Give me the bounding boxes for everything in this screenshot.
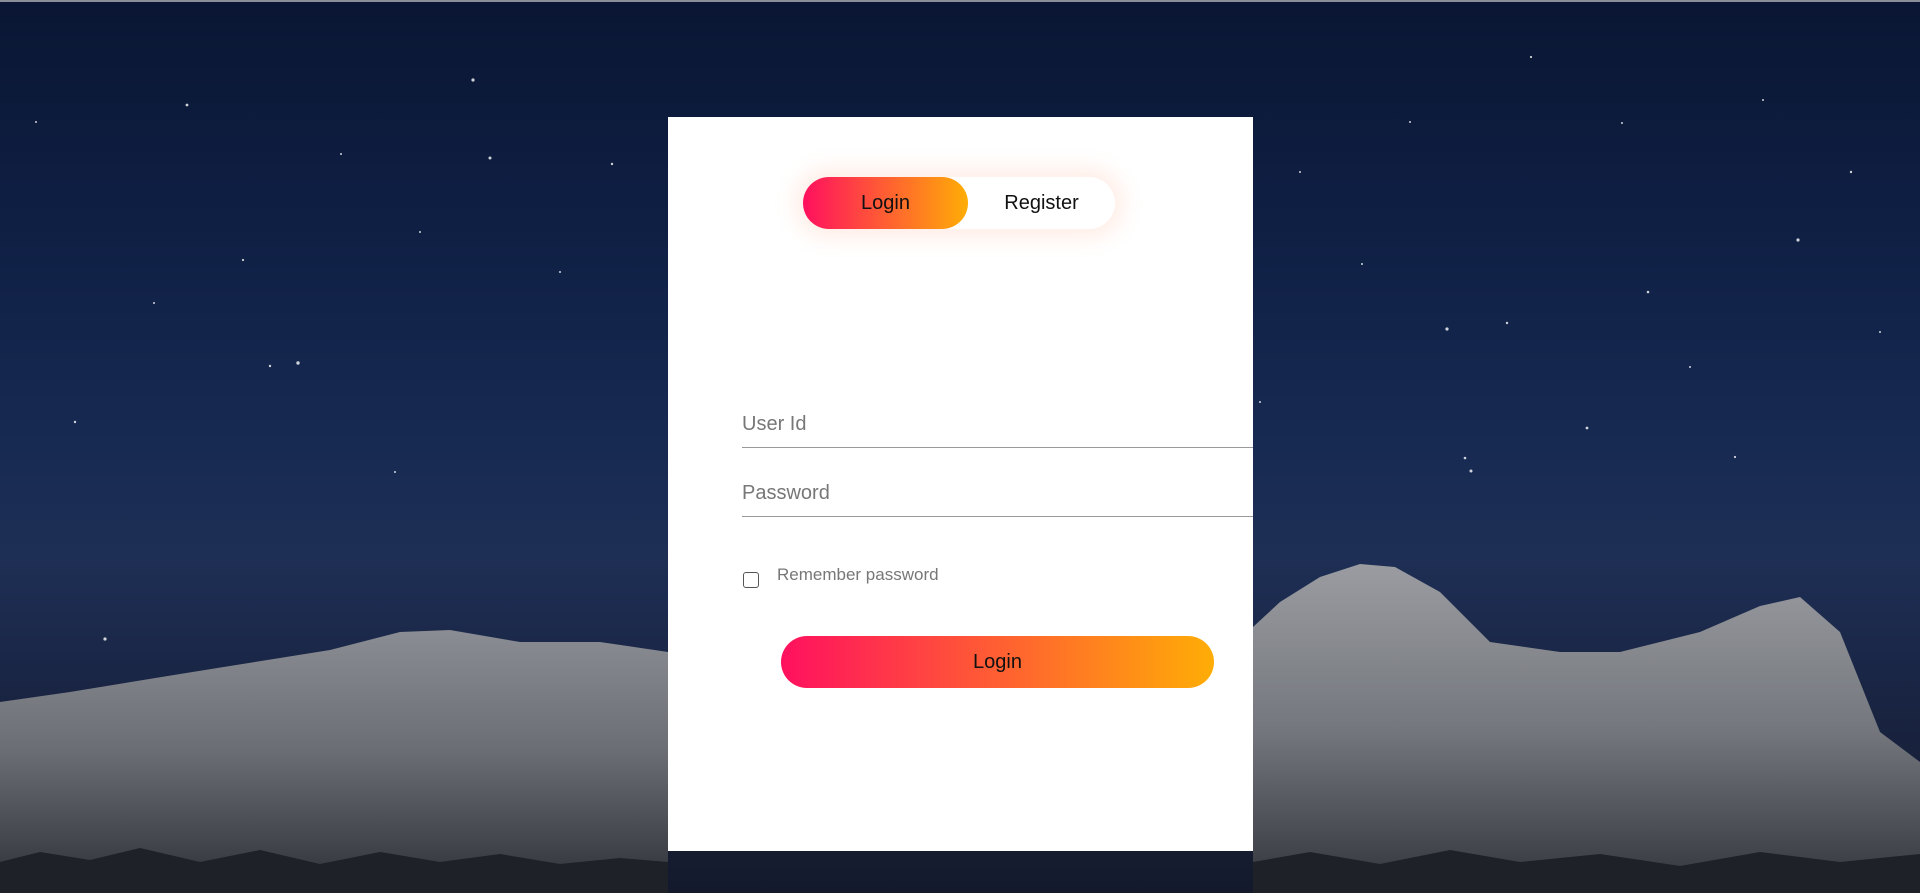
login-card: Login Register Remember password Login [668,117,1253,851]
tab-login[interactable]: Login [803,177,968,229]
login-register-toggle: Login Register [803,177,1115,229]
remember-password-checkbox[interactable] [743,572,759,588]
userid-input[interactable] [742,401,1253,448]
password-input[interactable] [742,470,1253,517]
remember-password-label: Remember password [777,565,939,584]
login-submit-button[interactable]: Login [781,636,1214,688]
tab-register[interactable]: Register [968,177,1115,229]
